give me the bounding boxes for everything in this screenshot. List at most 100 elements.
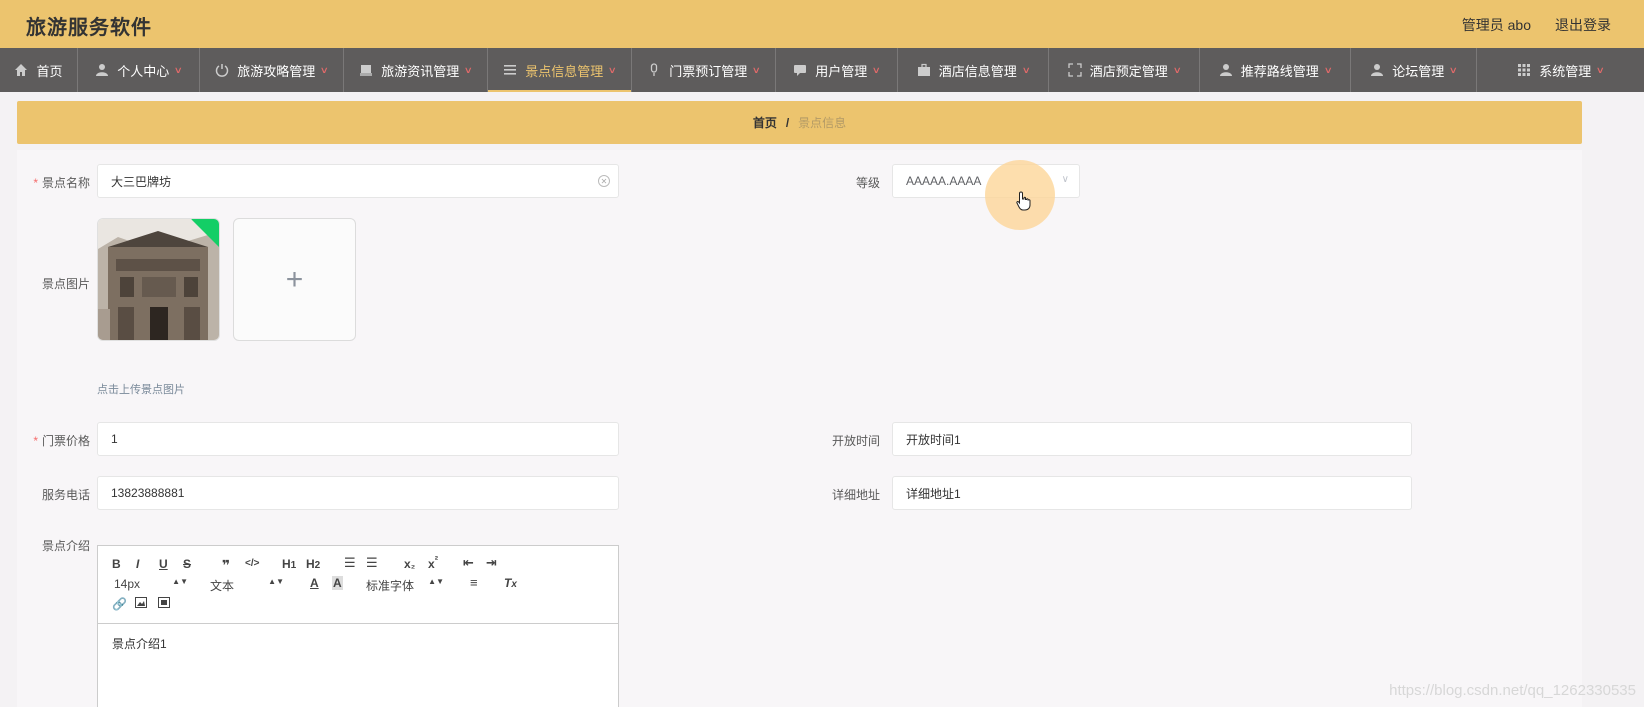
chevron-down-icon: ∨ (1448, 64, 1459, 75)
nav-item-system[interactable]: 系统管理 ∨ (1477, 48, 1644, 92)
blockquote-button[interactable]: ❞ (222, 557, 230, 574)
chevron-down-icon: ∨ (1323, 64, 1333, 75)
nav-label: 旅游资讯管理 (381, 63, 460, 79)
nav-item-user-management[interactable]: 用户管理 ∨ (776, 48, 898, 92)
nav-item-travel-guide[interactable]: 旅游攻略管理 ∨ (200, 48, 344, 92)
indent-button[interactable]: ⇥ (486, 555, 497, 571)
editor-toolbar: B I U S ❞ </> H1 H2 ☰ ☰ x₂ x² ⇤ ⇥ 14px ▲▼… (98, 546, 618, 624)
rich-text-editor[interactable]: B I U S ❞ </> H1 H2 ☰ ☰ x₂ x² ⇤ ⇥ 14px ▲▼… (97, 545, 619, 707)
h2-button[interactable]: H2 (306, 557, 320, 571)
align-button[interactable]: ≡ (470, 575, 478, 590)
code-button[interactable]: </> (245, 558, 259, 569)
archway-image (98, 219, 219, 340)
chevron-down-icon: ∨ (751, 64, 762, 75)
breadcrumb-home[interactable]: 首页 (753, 114, 777, 131)
nav-label: 门票预订管理 (669, 63, 748, 79)
expand-icon (1068, 63, 1082, 77)
scenic-image-thumbnail[interactable]: ✓ (97, 218, 220, 341)
nav-item-home[interactable]: 首页 (0, 48, 78, 92)
main-nav: 首页 个人中心 ∨ 旅游攻略管理 ∨ 旅游资讯管理 ∨ 景点信息管理 ∨ 门票预… (0, 48, 1644, 92)
breadcrumb-current: 景点信息 (798, 116, 847, 130)
nav-label: 首页 (36, 63, 63, 79)
editor-content[interactable]: 景点介绍1 (98, 624, 618, 663)
chevron-down-icon: ∨ (1172, 64, 1182, 75)
nav-item-travel-news[interactable]: 旅游资讯管理 ∨ (344, 48, 488, 92)
watermark: https://blog.csdn.net/qq_1262330535 (1389, 682, 1636, 699)
nav-label: 酒店信息管理 (938, 63, 1017, 79)
clear-icon[interactable]: ✕ (598, 175, 610, 187)
chevron-down-icon: ∨ (1021, 64, 1031, 75)
link-icon[interactable]: 🔗 (112, 597, 127, 611)
nav-item-personal[interactable]: 个人中心 ∨ (78, 48, 200, 92)
person-icon (95, 63, 109, 77)
chevron-down-icon: ∨ (871, 64, 882, 75)
font-size-select[interactable]: 14px ▲▼ (114, 577, 188, 591)
ticket-price-input[interactable]: 1 (97, 422, 619, 456)
scenic-name-label: * 景点名称 (33, 176, 90, 190)
nav-label: 个人中心 (117, 63, 170, 79)
open-time-label: 开放时间 (831, 434, 880, 448)
top-header: 旅游服务软件 管理员 abo 退出登录 (0, 0, 1644, 48)
h1-button[interactable]: H1 (282, 557, 296, 571)
underline-button[interactable]: U (159, 557, 168, 571)
plus-icon: + (285, 262, 304, 296)
breadcrumb: 首页 / 景点信息 (17, 101, 1582, 144)
bullet-list-button[interactable]: ☰ (366, 555, 378, 571)
app-title: 旅游服务软件 (26, 17, 152, 39)
video-icon[interactable] (158, 597, 170, 611)
nav-label: 旅游攻略管理 (237, 63, 316, 79)
breadcrumb-separator: / (785, 115, 790, 130)
upload-hint: 点击上传景点图片 (97, 384, 185, 396)
power-icon (215, 63, 229, 77)
nav-label: 论坛管理 (1392, 63, 1445, 79)
address-label: 详细地址 (831, 488, 880, 502)
outdent-button[interactable]: ⇤ (463, 555, 474, 571)
nav-item-hotel-info[interactable]: 酒店信息管理 ∨ (898, 48, 1049, 92)
home-icon (14, 63, 28, 77)
nav-item-recommended-routes[interactable]: 推荐路线管理 ∨ (1200, 48, 1351, 92)
font-family-select[interactable]: 标准字体 ▲▼ (366, 577, 444, 594)
service-phone-label: 服务电话 (41, 488, 90, 502)
ticket-price-label: * 门票价格 (33, 434, 90, 448)
logout-link[interactable]: 退出登录 (1555, 15, 1611, 35)
nav-label: 酒店预定管理 (1089, 63, 1168, 79)
nav-label: 推荐路线管理 (1240, 63, 1319, 79)
nav-label: 景点信息管理 (525, 63, 604, 79)
admin-name: 管理员 abo (1461, 17, 1531, 33)
person-icon (1370, 63, 1384, 77)
nav-item-scenic-info[interactable]: 景点信息管理 ∨ (488, 48, 632, 92)
chevron-down-icon: ∨ (319, 64, 330, 75)
tray-icon (359, 63, 373, 77)
list-icon (503, 63, 517, 77)
open-time-input[interactable]: 开放时间1 (892, 422, 1412, 456)
upload-image-button[interactable]: + (233, 218, 356, 341)
nav-item-ticket-booking[interactable]: 门票预订管理 ∨ (632, 48, 776, 92)
strike-button[interactable]: S (183, 557, 191, 571)
chevron-down-icon: ∨ (1061, 174, 1069, 185)
block-type-select[interactable]: 文本 ▲▼ (210, 577, 284, 594)
scenic-image-label: 景点图片 (41, 277, 90, 291)
bold-button[interactable]: B (112, 557, 121, 571)
intro-label: 景点介绍 (41, 539, 90, 553)
nav-item-hotel-booking[interactable]: 酒店预定管理 ∨ (1049, 48, 1200, 92)
subscript-button[interactable]: x₂ (404, 557, 415, 571)
nav-label: 用户管理 (815, 63, 868, 79)
image-icon[interactable] (135, 597, 147, 611)
clear-format-button[interactable]: Tx (504, 576, 517, 590)
ordered-list-button[interactable]: ☰ (344, 555, 356, 571)
level-label: 等级 (855, 176, 880, 190)
person-icon (1219, 63, 1233, 77)
grid-icon (1517, 63, 1531, 77)
service-phone-input[interactable]: 13823888881 (97, 476, 619, 510)
chat-icon (793, 63, 807, 77)
superscript-button[interactable]: x² (428, 555, 438, 571)
italic-button[interactable]: I (136, 557, 139, 571)
font-color-button[interactable]: A (310, 576, 319, 590)
address-input[interactable]: 详细地址1 (892, 476, 1412, 510)
chevron-down-icon: ∨ (463, 64, 474, 75)
nav-label: 系统管理 (1539, 63, 1592, 79)
nav-item-forum[interactable]: 论坛管理 ∨ (1351, 48, 1477, 92)
background-color-button[interactable]: A (332, 576, 343, 590)
scenic-name-input[interactable]: 大三巴牌坊 ✕ (97, 164, 619, 198)
briefcase-icon (917, 63, 931, 77)
